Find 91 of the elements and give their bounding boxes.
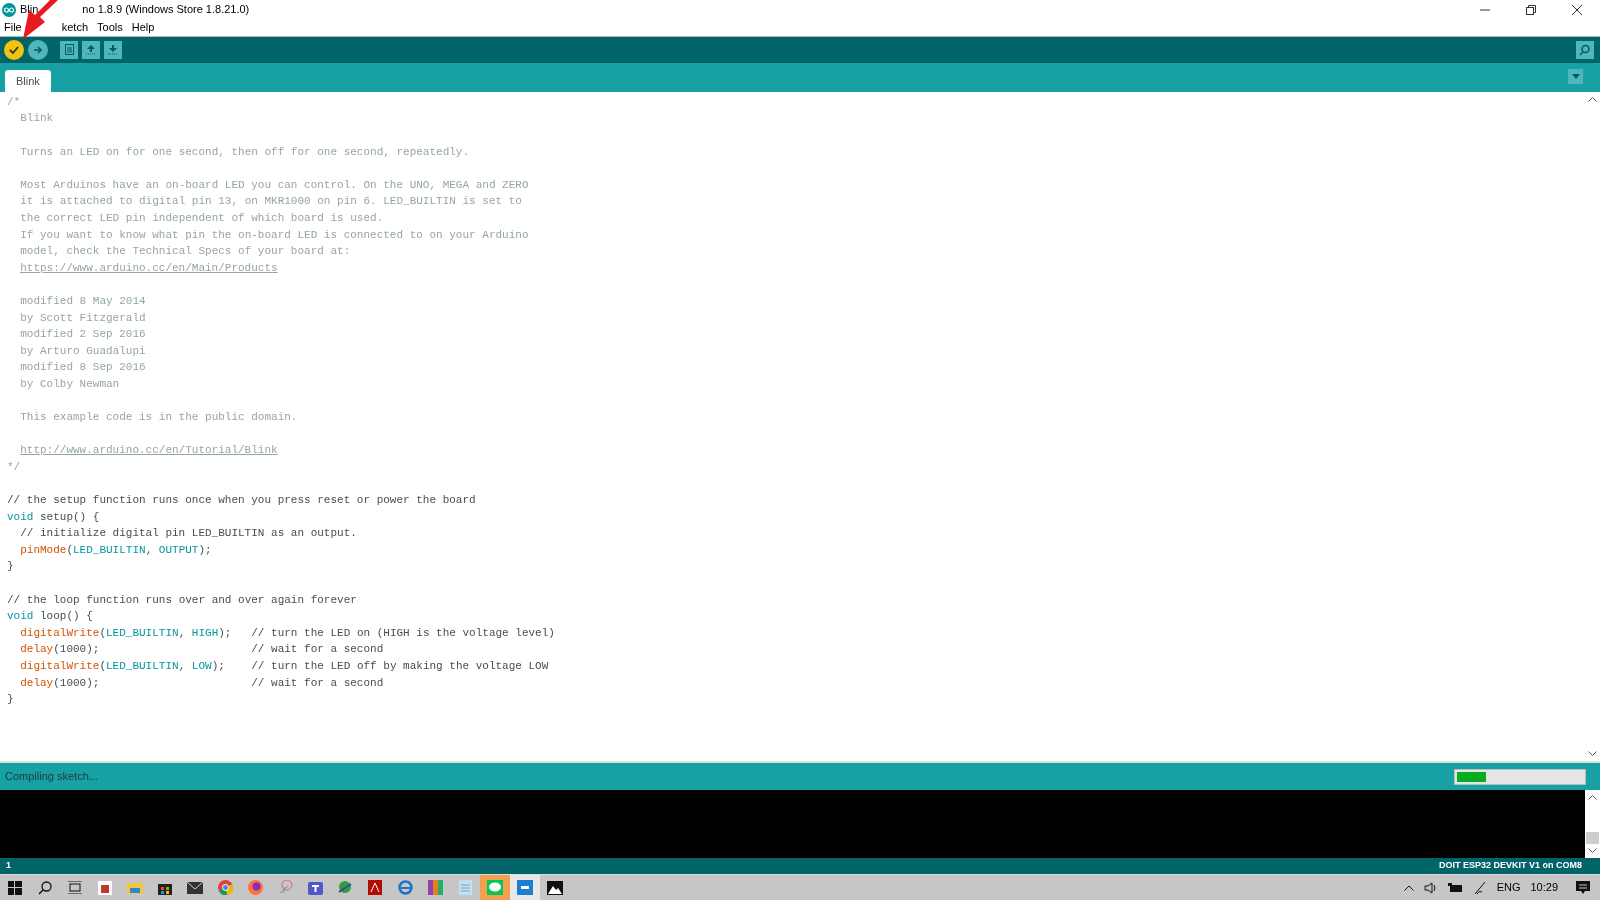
code-token: OUTPUT <box>158 543 199 556</box>
code-token: void <box>7 510 34 523</box>
close-icon <box>1572 4 1582 15</box>
code-token: // turn the LED on (HIGH is the voltage level) <box>251 626 555 639</box>
code-token: LED_BUILTIN <box>73 543 146 556</box>
code-token: (1000); <box>53 643 101 656</box>
code-token: digitalWrite <box>20 626 100 639</box>
code-line: by Colby Newman <box>19 377 120 390</box>
language-indicator[interactable]: ENG <box>1496 879 1521 896</box>
notification-icon[interactable] <box>1576 880 1590 895</box>
menu-item[interactable]: Tools <box>97 19 123 36</box>
upload-button[interactable] <box>28 39 48 60</box>
code-token: digitalWrite <box>20 660 100 672</box>
arrow-right-icon <box>33 44 43 55</box>
window-title: no 1.8.9 (Windows Store 1.8.21.0) <box>82 2 250 18</box>
code-token: ); <box>198 543 212 556</box>
code-token: ); <box>211 660 226 672</box>
annotation-arrow <box>22 0 58 40</box>
menu-item[interactable]: ketch <box>61 19 89 36</box>
scroll-up-icon[interactable] <box>1588 794 1597 801</box>
board-info: DOIT ESP32 DEVKIT V1 on COM8 <box>1438 859 1582 873</box>
code-token: loop() { <box>39 610 93 623</box>
menu-item[interactable]: Help <box>131 19 155 36</box>
document-icon <box>64 44 74 56</box>
code-token: , <box>178 660 187 672</box>
code-line: Blink <box>19 112 54 125</box>
code-line: If you want to know what pin the on-board LED is connected to on your Arduino <box>19 228 529 241</box>
code-line: Most Arduinos have an on-board LED you can control. On the UNO, MEGA and ZERO <box>19 178 529 191</box>
arrow-up-icon <box>86 44 96 55</box>
code-token: (1000); <box>53 676 101 689</box>
code-token: ( <box>66 543 73 556</box>
battery-icon[interactable] <box>1447 882 1463 893</box>
code-line: // the setup function runs once when you press reset or power the board <box>7 494 476 507</box>
code-token: , <box>178 626 187 639</box>
clock[interactable]: 10:29 <box>1530 879 1558 896</box>
code-token: // turn the LED off by making the voltage LOW <box>251 660 549 672</box>
code-token: ( <box>99 660 106 672</box>
code-line: } <box>7 560 14 573</box>
code-line: */ <box>7 460 21 473</box>
menu-item[interactable]: File <box>4 19 22 36</box>
code-line: This example code is in the public domain. <box>19 411 298 424</box>
scroll-up-icon[interactable] <box>1588 95 1597 102</box>
speaker-icon[interactable] <box>1423 881 1438 894</box>
code-line: /* <box>7 95 21 108</box>
code-token: LED_BUILTIN <box>106 660 179 672</box>
window-title: Blin <box>20 2 39 18</box>
tab-menu-button[interactable] <box>1568 68 1583 84</box>
open-button[interactable] <box>82 40 100 59</box>
pen-icon[interactable] <box>1472 880 1487 895</box>
code-token: setup() { <box>39 510 100 523</box>
serial-monitor-button[interactable] <box>1576 40 1594 59</box>
code-line: // initialize digital pin LED_BUILTIN as an output. <box>20 527 357 540</box>
code-line: Turns an LED on for one second, then off for one second, repeatedly. <box>19 145 470 158</box>
line-number: 1 <box>6 859 11 873</box>
code-line: modified 8 Sep 2016 <box>19 361 146 374</box>
code-line: it is attached to digital pin 13, on MKR1000 on pin 6. LED_BUILTIN is set to <box>19 195 522 208</box>
code-line: model, check the Technical Specs of your board at: <box>19 245 351 258</box>
code-token: delay <box>20 676 54 689</box>
caret-down-icon <box>1571 73 1580 79</box>
code-line: modified 2 Sep 2016 <box>19 328 146 341</box>
code-token: LED_BUILTIN <box>106 626 179 639</box>
scroll-down-icon[interactable] <box>1588 751 1597 758</box>
code-token: void <box>7 610 34 623</box>
code-token: HIGH <box>191 626 219 639</box>
code-line: by Scott Fitzgerald <box>19 311 146 324</box>
scroll-down-icon[interactable] <box>1588 848 1597 855</box>
code-line: by Arturo Guadalupi <box>19 344 146 357</box>
code-token: delay <box>20 643 54 656</box>
code-line: the correct LED pin independent of which board is used. <box>19 212 384 224</box>
status-message: Compiling sketch... <box>5 769 98 785</box>
save-button[interactable] <box>104 40 122 59</box>
code-token: ); <box>218 626 233 639</box>
code-line: } <box>7 693 14 706</box>
verify-button[interactable] <box>4 39 24 60</box>
editor-tab[interactable]: Blink <box>5 69 51 92</box>
magnifier-icon <box>1579 43 1591 56</box>
chevron-up-icon[interactable] <box>1403 884 1414 891</box>
new-file-button[interactable] <box>60 40 78 59</box>
checkmark-icon <box>9 44 19 55</box>
code-token: , <box>145 543 154 556</box>
restore-icon <box>1526 4 1536 15</box>
code-token: // wait for a second <box>251 676 384 689</box>
code-token: // wait for a second <box>251 643 384 656</box>
arrow-down-icon <box>108 44 118 55</box>
code-line: modified 8 May 2014 <box>19 294 146 307</box>
code-line: // the loop function runs over and over again forever <box>7 593 357 606</box>
scrollbar[interactable] <box>1585 790 1600 859</box>
code-token: ( <box>99 626 106 639</box>
code-token: pinMode <box>20 543 67 556</box>
scroll-thumb[interactable] <box>1586 832 1599 845</box>
code-token: LOW <box>191 660 212 672</box>
